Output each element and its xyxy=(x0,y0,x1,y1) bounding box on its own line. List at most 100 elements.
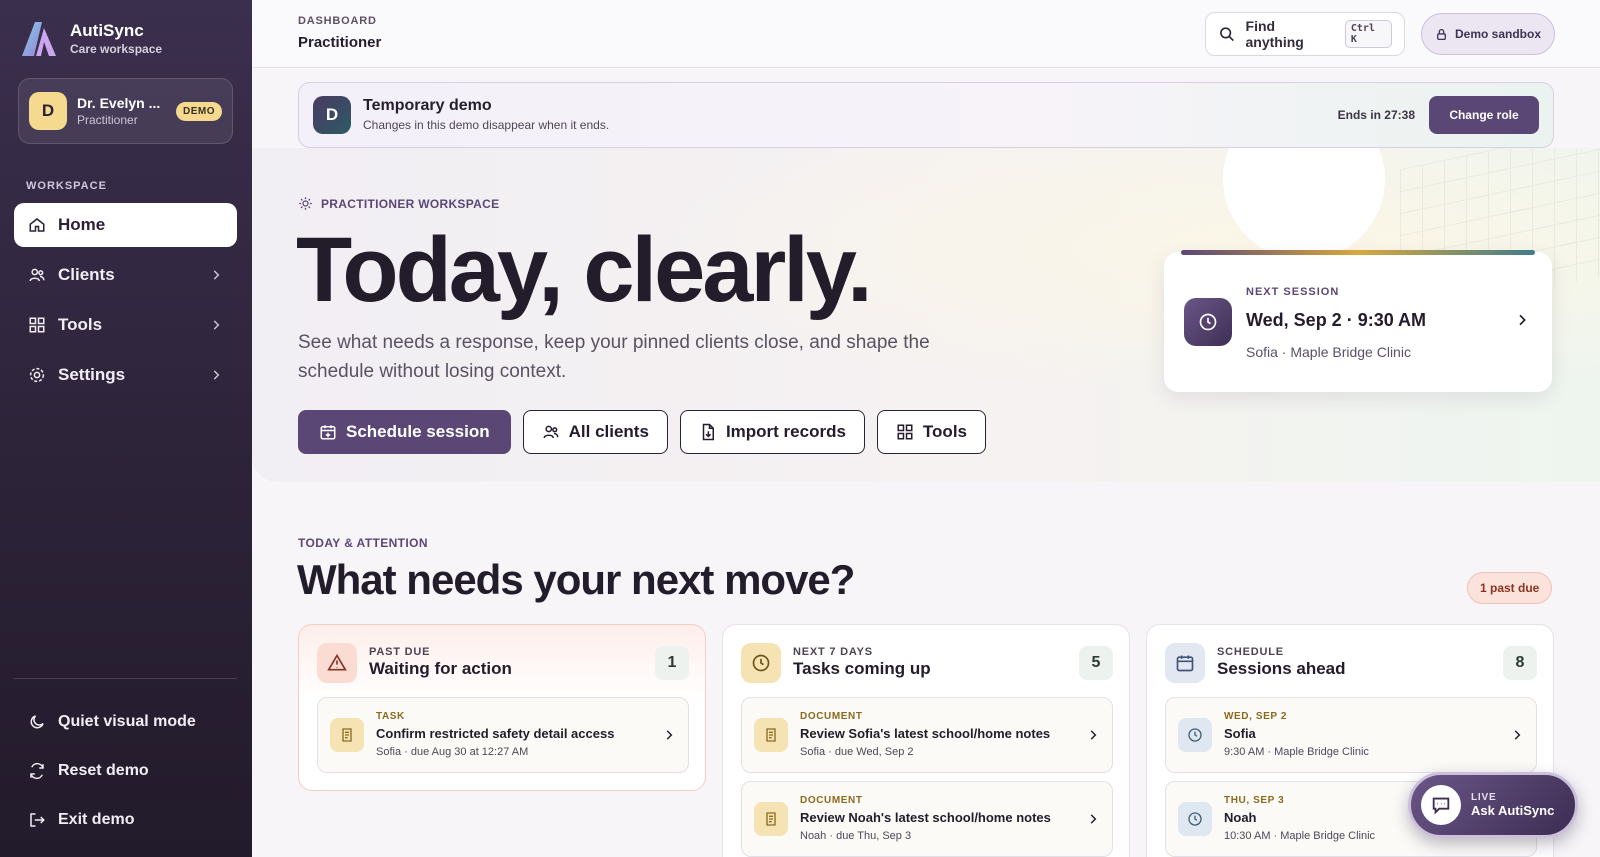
hero-subtitle: See what needs a response, keep your pin… xyxy=(298,332,930,382)
gear-icon xyxy=(29,367,45,383)
sidebar-item-label: Tools xyxy=(58,315,103,334)
item-title: Confirm restricted safety detail access xyxy=(376,726,615,741)
next-session-accent-bar xyxy=(1181,250,1535,255)
hero-eyebrow-label: PRACTITIONER WORKSPACE xyxy=(321,196,500,211)
search-shortcut: Ctrl K xyxy=(1344,20,1392,48)
sidebar-item-label: Settings xyxy=(58,365,126,384)
quiet-mode-label: Quiet visual mode xyxy=(58,713,196,730)
tools-button[interactable]: Tools xyxy=(876,410,986,454)
users-icon xyxy=(543,425,559,439)
attention-eyebrow: TODAY & ATTENTION xyxy=(298,536,428,550)
next-session-location: Sofia · Maple Bridge Clinic xyxy=(1246,344,1411,360)
grid-icon xyxy=(897,424,913,440)
change-role-button[interactable]: Change role xyxy=(1429,96,1539,134)
sidebar-divider xyxy=(14,678,237,679)
clock-icon xyxy=(1178,718,1212,752)
column-count: 5 xyxy=(1079,646,1113,680)
ask-assistant-button[interactable]: LIVE Ask AutiSync xyxy=(1408,772,1578,838)
assistant-status: LIVE xyxy=(1471,792,1497,803)
hero-title: Today, clearly. xyxy=(296,219,873,321)
column-count: 8 xyxy=(1503,646,1537,680)
sidebar-item-tools[interactable]: Tools xyxy=(14,303,237,347)
column-title: Waiting for action xyxy=(369,659,512,678)
column-header: SCHEDULE Sessions ahead 8 xyxy=(1165,643,1537,683)
item-meta: Sofia · due Aug 30 at 12:27 AM xyxy=(376,746,529,758)
search-icon xyxy=(1220,27,1234,42)
column-count: 1 xyxy=(655,646,689,680)
sidebar-item-settings[interactable]: Settings xyxy=(14,353,237,397)
import-records-label: Import records xyxy=(725,422,846,441)
warning-icon xyxy=(317,643,357,683)
chevron-right-icon xyxy=(1519,314,1526,326)
banner-subtitle: Changes in this demo disappear when it e… xyxy=(363,118,610,132)
past-due-badge[interactable]: 1 past due xyxy=(1467,572,1553,604)
sidebar-item-clients[interactable]: Clients xyxy=(14,253,237,297)
list-item[interactable]: WED, SEP 2 Sofia 9:30 AM · Maple Bridge … xyxy=(1165,697,1537,773)
moon-icon xyxy=(30,715,44,729)
demo-sandbox-button[interactable]: Demo sandbox xyxy=(1421,13,1555,55)
item-title: Noah xyxy=(1224,810,1257,825)
reset-demo-button[interactable]: Reset demo xyxy=(14,749,237,793)
users-icon xyxy=(29,268,45,282)
brand[interactable]: AutiSync Care workspace xyxy=(20,20,162,58)
user-name: Dr. Evelyn ... xyxy=(77,95,161,111)
chevron-right-icon xyxy=(213,270,220,280)
chevron-right-icon xyxy=(1090,730,1097,740)
item-meta: Noah · due Thu, Sep 3 xyxy=(800,830,912,842)
column-title: Sessions ahead xyxy=(1217,659,1346,678)
quiet-mode-button[interactable]: Quiet visual mode xyxy=(14,700,237,744)
brand-name: AutiSync xyxy=(70,21,144,40)
sidebar: AutiSync Care workspace D Dr. Evelyn ...… xyxy=(0,0,252,857)
column-eyebrow: SCHEDULE xyxy=(1217,646,1284,658)
sidebar-item-home[interactable]: Home xyxy=(14,203,237,247)
chevron-right-icon xyxy=(666,730,673,740)
item-kind: THU, SEP 3 xyxy=(1224,795,1285,806)
calendar-plus-icon xyxy=(320,425,336,440)
hero-eyebrow: PRACTITIONER WORKSPACE xyxy=(298,196,499,211)
document-icon xyxy=(330,718,364,752)
tools-label: Tools xyxy=(922,422,967,441)
clock-icon xyxy=(1184,298,1232,346)
breadcrumb[interactable]: DASHBOARD xyxy=(298,15,377,27)
schedule-session-button[interactable]: Schedule session xyxy=(298,410,511,454)
item-kind: TASK xyxy=(376,711,405,722)
calendar-icon xyxy=(1165,643,1205,683)
import-records-button[interactable]: Import records xyxy=(679,410,865,454)
home-icon xyxy=(29,218,45,232)
item-kind: DOCUMENT xyxy=(800,711,863,722)
chevron-right-icon xyxy=(213,370,220,380)
exit-demo-button[interactable]: Exit demo xyxy=(14,798,237,842)
banner-title: Temporary demo xyxy=(363,97,492,114)
all-clients-button[interactable]: All clients xyxy=(522,410,668,454)
reset-demo-label: Reset demo xyxy=(58,762,149,779)
brand-subtitle: Care workspace xyxy=(70,42,163,56)
chevron-right-icon xyxy=(213,320,220,330)
user-card[interactable]: D Dr. Evelyn ... Practitioner DEMO xyxy=(18,78,233,144)
list-item[interactable]: TASK Confirm restricted safety detail ac… xyxy=(317,697,689,773)
list-item[interactable]: DOCUMENT Review Sofia's latest school/ho… xyxy=(741,697,1113,773)
demo-countdown: Ends in 27:38 xyxy=(1337,108,1415,122)
next-session-card[interactable]: NEXT SESSION Wed, Sep 2 · 9:30 AM Sofia … xyxy=(1164,250,1552,392)
schedule-session-label: Schedule session xyxy=(346,422,490,441)
file-import-icon xyxy=(702,423,714,441)
sidebar-nav: Home Clients Tools Settings xyxy=(14,203,237,403)
chevron-right-icon xyxy=(1514,730,1521,740)
user-role: Practitioner xyxy=(77,113,138,127)
workspace-section-label: WORKSPACE xyxy=(26,180,107,192)
next-session-time: Wed, Sep 2 · 9:30 AM xyxy=(1246,310,1427,330)
list-item[interactable]: DOCUMENT Review Noah's latest school/hom… xyxy=(741,781,1113,857)
topbar: DASHBOARD Practitioner Find anything Ctr… xyxy=(252,0,1600,68)
search-button[interactable]: Find anything Ctrl K xyxy=(1205,12,1405,56)
hero-section: PRACTITIONER WORKSPACE Today, clearly. S… xyxy=(252,148,1600,482)
sidebar-item-label: Clients xyxy=(58,265,115,284)
item-title: Review Sofia's latest school/home notes xyxy=(800,726,1051,741)
all-clients-label: All clients xyxy=(568,422,649,441)
demo-banner: D Temporary demo Changes in this demo di… xyxy=(298,82,1554,148)
item-kind: DOCUMENT xyxy=(800,795,863,806)
grid-icon xyxy=(29,317,45,333)
page-title: Practitioner xyxy=(298,34,382,51)
banner-avatar: D xyxy=(313,96,351,134)
exit-demo-label: Exit demo xyxy=(58,811,135,828)
past-due-column: PAST DUE Waiting for action 1 TASK Confi… xyxy=(298,624,706,791)
demo-badge: DEMO xyxy=(176,101,222,121)
